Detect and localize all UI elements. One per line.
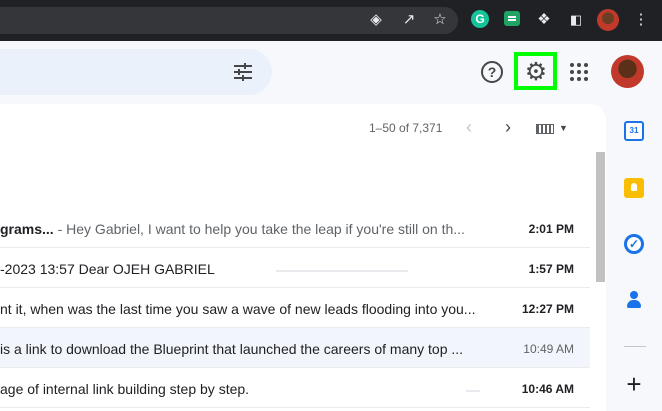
grammarly-extension-icon[interactable]: G bbox=[471, 10, 489, 28]
tasks-icon[interactable]: ✓ bbox=[624, 234, 644, 254]
chevron-left-icon[interactable]: ‹ bbox=[459, 117, 479, 137]
email-snippet: grams... - Hey Gabriel, I want to help y… bbox=[0, 221, 465, 237]
email-snippet: age of internal link building step by st… bbox=[0, 381, 250, 397]
keep-icon[interactable] bbox=[624, 178, 644, 198]
apps-grid-icon[interactable] bbox=[566, 59, 592, 85]
email-snippet: is a link to download the Blueprint that… bbox=[0, 341, 464, 357]
profile-avatar[interactable] bbox=[597, 9, 619, 31]
email-row[interactable]: nt it, when was the last time you saw a … bbox=[0, 288, 590, 328]
email-row[interactable]: -2023 13:57 Dear OJEH GABRIEL 1:57 PM bbox=[0, 248, 590, 288]
share-icon[interactable]: ↗ bbox=[399, 10, 419, 30]
extensions-puzzle-icon[interactable]: ❖ bbox=[534, 10, 554, 30]
email-time: 1:57 PM bbox=[528, 262, 574, 276]
email-time: 10:49 AM bbox=[523, 342, 574, 356]
email-time: 12:27 PM bbox=[521, 302, 574, 316]
redacted-text bbox=[466, 390, 480, 392]
account-avatar[interactable] bbox=[611, 55, 644, 88]
email-row[interactable]: grams... - Hey Gabriel, I want to help y… bbox=[0, 208, 590, 248]
email-row[interactable]: is a link to download the Blueprint that… bbox=[0, 328, 590, 368]
address-bar[interactable] bbox=[0, 7, 458, 34]
add-icon[interactable]: + bbox=[622, 371, 646, 397]
contacts-icon[interactable] bbox=[624, 290, 644, 310]
redacted-text bbox=[276, 270, 408, 272]
email-snippet: -2023 13:57 Dear OJEH GABRIEL bbox=[0, 261, 215, 277]
scrollbar[interactable] bbox=[594, 152, 606, 411]
more-menu-icon[interactable]: ⋮ bbox=[631, 10, 651, 30]
help-glyph: ? bbox=[481, 61, 503, 83]
email-time: 2:01 PM bbox=[528, 222, 574, 236]
calendar-icon[interactable]: 31 bbox=[624, 121, 644, 141]
apps-dots bbox=[570, 63, 588, 81]
gear-icon[interactable]: ⚙ bbox=[523, 59, 549, 85]
email-time: 10:46 AM bbox=[521, 382, 574, 396]
search-bar[interactable] bbox=[0, 49, 272, 95]
tune-icon[interactable] bbox=[232, 61, 254, 83]
help-icon[interactable]: ? bbox=[479, 59, 505, 85]
keyboard-icon[interactable] bbox=[536, 124, 554, 134]
side-panel-icon[interactable]: ◧ bbox=[566, 10, 586, 30]
email-snippet: nt it, when was the last time you saw a … bbox=[0, 301, 476, 317]
bookmark-star-icon[interactable]: ☆ bbox=[430, 10, 450, 30]
chevron-right-icon[interactable]: › bbox=[498, 117, 518, 137]
mail-list-panel: 1–50 of 7,371 ‹ › ▼ grams... - Hey Gabri… bbox=[0, 104, 606, 411]
scrollbar-thumb[interactable] bbox=[596, 152, 605, 282]
pagination-label: 1–50 of 7,371 bbox=[369, 121, 443, 135]
email-row[interactable]: age of internal link building step by st… bbox=[0, 368, 590, 408]
side-panel: 31 ✓ + bbox=[610, 104, 662, 411]
chat-extension-icon[interactable] bbox=[504, 11, 520, 26]
side-panel-divider bbox=[624, 346, 646, 347]
eye-icon[interactable]: ◈ bbox=[366, 10, 386, 30]
chevron-down-icon[interactable]: ▼ bbox=[559, 123, 568, 133]
browser-toolbar: ◈ ↗ ☆ G ❖ ◧ ⋮ bbox=[0, 0, 662, 41]
